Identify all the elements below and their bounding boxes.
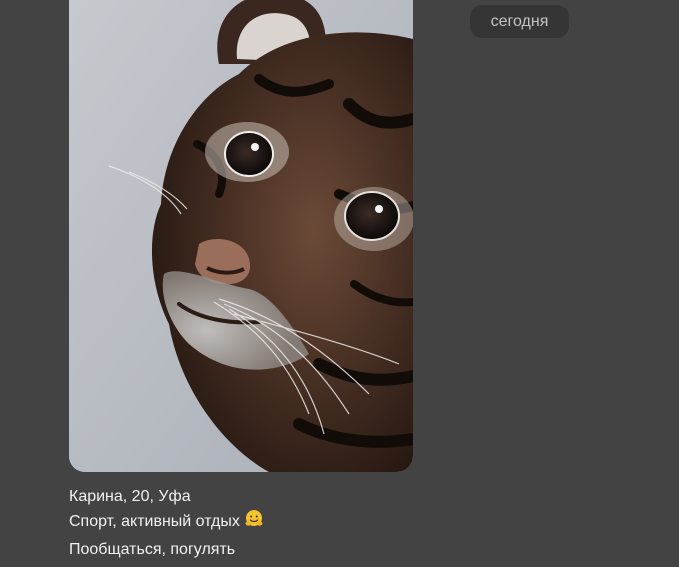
- hugging-face-emoji-icon: [244, 509, 264, 537]
- message-caption: Карина, 20, Уфа Спорт, активный отдых По…: [69, 484, 264, 562]
- date-label: сегодня: [470, 5, 569, 38]
- caption-line-interests-text: Спорт, активный отдых: [69, 513, 240, 530]
- caption-line-goals: Пообщаться, погулять: [69, 541, 236, 558]
- caption-line-interests: Спорт, активный отдых: [69, 509, 264, 537]
- message-photo[interactable]: [69, 0, 413, 472]
- tiger-cub-photo-icon: [69, 0, 413, 472]
- caption-line-name: Карина, 20, Уфа: [69, 488, 191, 505]
